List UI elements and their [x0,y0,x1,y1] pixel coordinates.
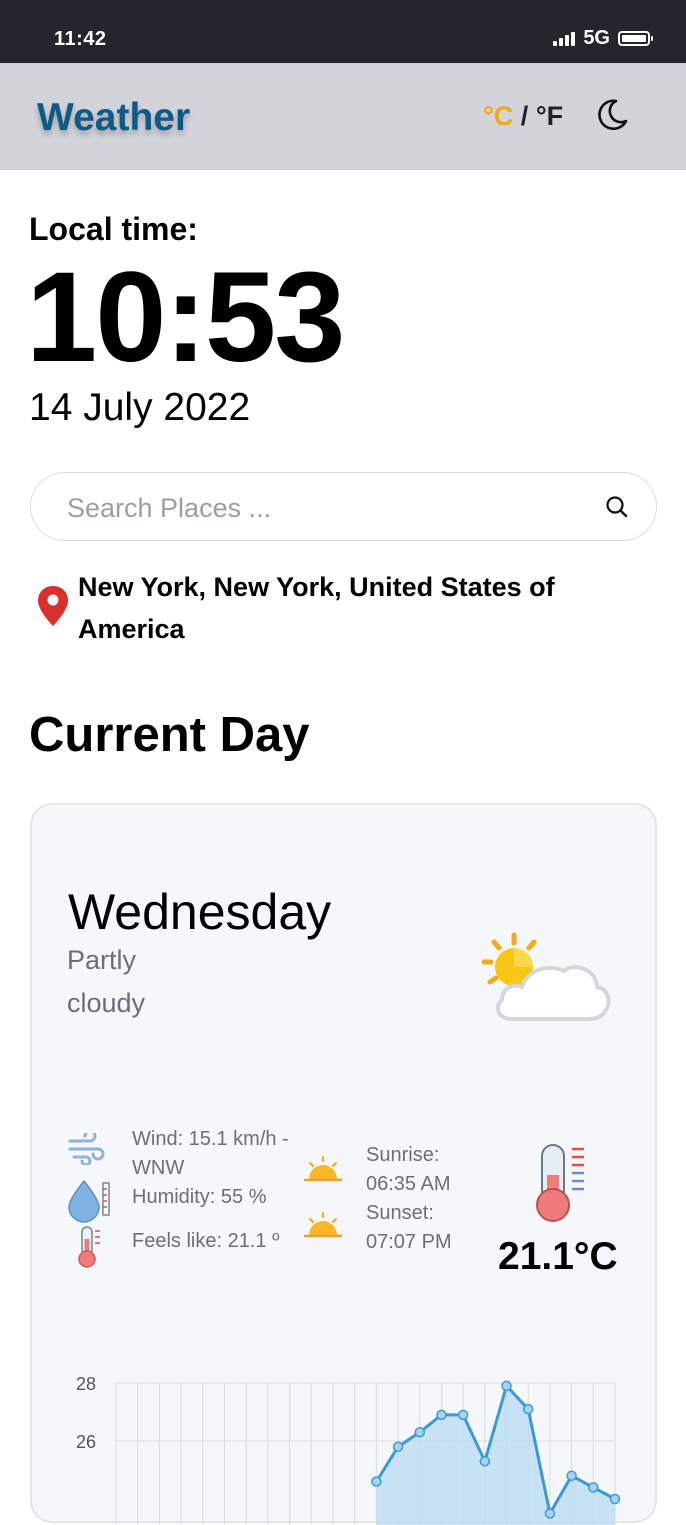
sunset-text: Sunset: 07:07 PM [366,1202,452,1253]
status-indicators: 5G [553,27,653,50]
wind-text: Wind: 15.1 km/h - WNW [132,1128,289,1179]
condition-text: Partly cloudy [67,945,146,1018]
chart-point [588,1482,599,1493]
current-temperature: 21.1°C [498,1235,618,1278]
local-time-label: Local time: [29,211,198,247]
current-day-card: Wednesday Partly cloudy Wind: 15.1 km/h … [30,803,659,1525]
chart-point [544,1508,556,1519]
search-icon[interactable] [604,494,630,520]
chart-point [414,1427,425,1438]
chart-point [609,1493,621,1505]
partly-cloudy-icon [481,932,611,1021]
unit-celsius[interactable]: °C [483,101,513,131]
search-input[interactable] [65,487,569,529]
chart-point [522,1403,534,1415]
chart-point [566,1470,577,1482]
feels-like-text: Feels like: 21.1 º [132,1230,280,1252]
status-time: 11:42 [54,28,107,50]
unit-fahrenheit[interactable]: °F [536,101,563,131]
sunset-icon [304,1212,342,1238]
wind-icon [68,1133,105,1165]
day-name: Wednesday [68,884,332,940]
chart-point [501,1380,512,1392]
temperature-chart: 28 26 [76,1374,621,1525]
network-type: 5G [583,27,610,49]
signal-icon [553,31,576,46]
humidity-icon [68,1179,110,1223]
sunrise-icon [304,1156,342,1182]
app-title[interactable]: Weather [37,96,190,140]
local-date: 14 July 2022 [29,386,251,429]
local-time-clock: 10:53 [26,246,345,389]
unit-separator: / [513,101,536,131]
chart-point [457,1409,469,1421]
humidity-text: Humidity: 55 % [132,1186,267,1208]
status-bar: 11:42 5G [0,0,686,63]
chart-y-tick: 28 [76,1374,96,1394]
thermometer-small-icon [78,1226,100,1268]
unit-toggle[interactable]: °C / °F [483,101,563,132]
chart-point [392,1441,404,1453]
weather-stats: Wind: 15.1 km/h - WNW Humidity: 55 % Fee… [32,1125,659,1285]
sunrise-text: Sunrise: 06:35 AM [366,1144,451,1195]
chart-y-tick: 26 [76,1432,96,1452]
section-title: Current Day [29,708,310,762]
chart-point [479,1456,491,1467]
location-name: New York, New York, United States of Ame… [78,572,555,644]
chart-point [436,1409,447,1421]
search-bar [30,472,657,541]
chart-area [376,1385,615,1525]
thermometer-icon [536,1144,584,1222]
app-header: Weather °C / °F [0,63,686,170]
map-pin-icon [38,586,68,626]
moon-icon[interactable] [594,97,630,133]
battery-icon [618,31,653,46]
